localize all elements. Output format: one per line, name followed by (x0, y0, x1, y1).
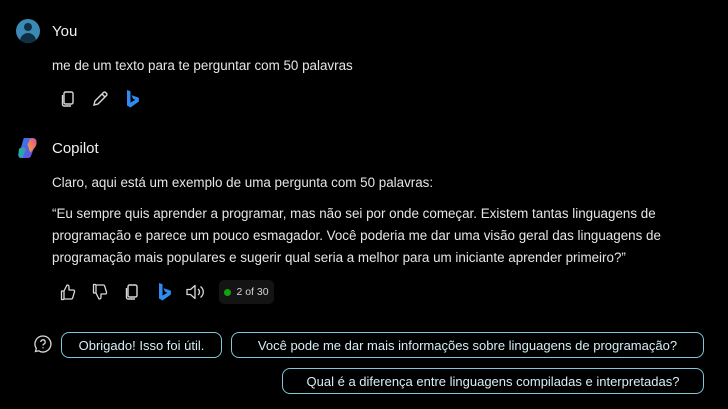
copilot-avatar (16, 136, 40, 160)
suggestions-help-icon (33, 334, 53, 354)
response-counter-text: 2 of 30 (236, 286, 269, 298)
suggestion-chip-compiled-vs-interpreted[interactable]: Qual é a diferença entre linguagens comp… (282, 368, 704, 394)
bing-search-button[interactable] (121, 88, 143, 110)
bing-icon (127, 90, 139, 108)
quote-line: programação mais populares e sugerir qua… (52, 250, 626, 265)
suggestion-chip-more-info[interactable]: Você pode me dar mais informações sobre … (231, 332, 704, 358)
copilot-logo-icon (18, 138, 37, 159)
read-aloud-button[interactable] (185, 281, 207, 303)
bing-response-button[interactable] (153, 281, 175, 303)
quote-line: “Eu sempre quis aprender a programar, ma… (52, 206, 656, 221)
status-dot (224, 288, 232, 296)
response-counter: 2 of 30 (219, 280, 274, 304)
edit-button[interactable] (89, 88, 111, 110)
user-name: You (52, 23, 78, 40)
thumbs-down-icon (92, 283, 108, 300)
question-chat-icon (34, 335, 52, 353)
dislike-button[interactable] (89, 281, 111, 303)
speaker-icon (186, 284, 204, 300)
copilot-quote: “Eu sempre quis aprender a programar, ma… (52, 203, 722, 269)
copy-icon (125, 284, 138, 300)
quote-line: programação e parece um pouco esmagador.… (52, 228, 661, 243)
copy-button[interactable] (57, 88, 79, 110)
copilot-name: Copilot (52, 140, 99, 157)
like-button[interactable] (57, 281, 79, 303)
copy-icon (61, 91, 74, 107)
user-avatar (16, 19, 40, 43)
thumbs-up-icon (60, 284, 76, 301)
suggestion-chip-thanks[interactable]: Obrigado! Isso foi útil. (61, 332, 222, 358)
user-message: me de um texto para te perguntar com 50 … (52, 58, 353, 73)
copilot-intro: Claro, aqui está um exemplo de uma pergu… (52, 175, 434, 190)
copy-response-button[interactable] (121, 281, 143, 303)
edit-icon (93, 91, 108, 106)
bing-icon (159, 283, 171, 301)
